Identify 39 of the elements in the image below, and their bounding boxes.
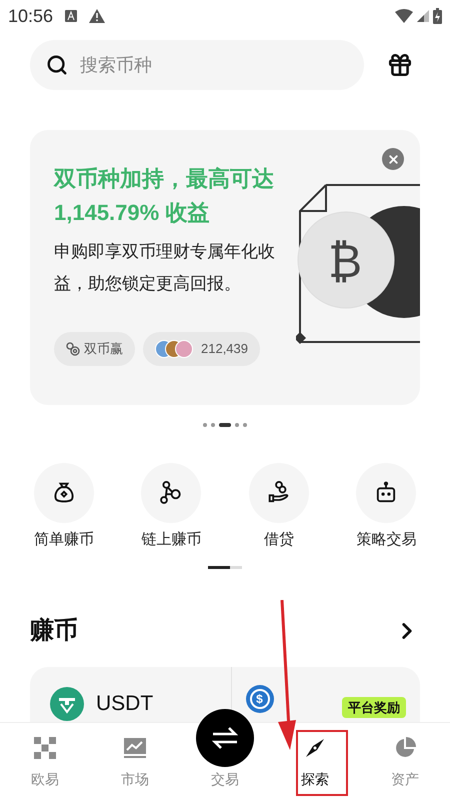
search-icon <box>46 54 68 76</box>
promo-banner[interactable]: 双币种加持，最高可达 1,145.79% 收益 申购即享双币理财专属年化收益，助您锁定更高回报。 双币赢 212,439 ₿ <box>30 130 420 405</box>
shortcut-label: 借贷 <box>264 530 294 550</box>
bitcoin-symbol: ₿ <box>328 238 362 284</box>
nav-tab[interactable]: 探索 <box>270 723 360 799</box>
shortcut-item[interactable]: 策略交易 <box>332 463 440 552</box>
section-title: 赚币 <box>30 616 78 646</box>
highlight-frame <box>296 730 348 796</box>
dollar-sign: $ <box>250 688 270 708</box>
reward-badge: 平台奖励 <box>342 696 406 718</box>
keyboard-notification-icon <box>65 10 78 22</box>
signal-icon <box>417 10 429 22</box>
search-field[interactable]: 搜索币种 <box>30 40 364 90</box>
banner-highlight: 1,145.79% 收益 <box>54 199 210 227</box>
pie-chart-icon <box>394 737 416 759</box>
wifi-icon <box>395 9 413 23</box>
battery-icon <box>433 8 442 24</box>
shortcut-label: 简单赚币 <box>34 530 94 550</box>
shortcut-item[interactable]: 链上赚币 <box>118 463 225 552</box>
search-input[interactable]: 搜索币种 <box>80 52 280 78</box>
shortcut-item[interactable]: 借贷 <box>225 463 332 552</box>
checker-grid-icon <box>34 737 56 759</box>
participants-count: 212,439 <box>201 340 248 358</box>
close-button[interactable] <box>382 148 404 170</box>
tag-label: 双币赢 <box>84 340 123 358</box>
link-icon <box>66 342 80 356</box>
coin-name: USDT <box>96 690 154 717</box>
earn-card[interactable]: USDT $ 平台奖励 <box>30 666 420 722</box>
shortcut-label: 链上赚币 <box>141 530 202 550</box>
shortcut-label: 策略交易 <box>356 530 416 550</box>
close-icon <box>386 152 400 166</box>
chart-screen-icon <box>123 737 147 759</box>
swap-arrows-icon <box>211 726 239 750</box>
gift-icon <box>387 52 413 78</box>
shortcut-item[interactable]: 简单赚币 <box>10 463 118 552</box>
banner-description: 申购即享双币理财专属年化收益，助您锁定更高回报。 <box>54 241 276 295</box>
warning-icon <box>89 9 106 23</box>
compass-icon <box>304 737 326 759</box>
status-time: 10:56 <box>8 4 54 28</box>
